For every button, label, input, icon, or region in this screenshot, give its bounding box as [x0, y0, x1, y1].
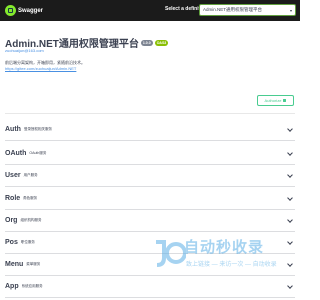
authorize-label: Authorize: [264, 98, 282, 103]
tag-description: 职位服务: [20, 240, 35, 244]
tag-section-org[interactable]: Org 组织机构服务: [5, 210, 295, 232]
swagger-logo-icon: [5, 5, 16, 16]
chevron-down-icon: [287, 217, 293, 223]
chevron-down-icon: [287, 195, 293, 201]
tag-section-role[interactable]: Role 角色服务: [5, 188, 295, 210]
tag-name: Pos: [5, 239, 18, 246]
tag-name: User: [5, 172, 21, 179]
divider: [5, 113, 295, 114]
tag-name: OAuth: [5, 150, 27, 157]
top-bar: Swagger Select a definition Admin.NET通用权…: [0, 0, 300, 21]
authorize-button[interactable]: Authorize: [257, 95, 294, 106]
lock-icon: [283, 99, 287, 102]
tag-name: Menu: [5, 261, 24, 268]
tag-description: 菜单服务: [26, 262, 41, 266]
tag-description: 角色服务: [23, 196, 38, 200]
chevron-down-icon: ▾: [289, 7, 292, 13]
tag-name: Auth: [5, 126, 21, 133]
tag-description: 登录授权相关服务: [23, 127, 52, 131]
tag-description: 用户服务: [23, 173, 38, 177]
oas-badge: OAS3: [154, 39, 169, 46]
tag-section-oauth[interactable]: OAuth OAuth服务: [5, 143, 295, 165]
definition-select-value: Admin.NET通用权限管理平台: [203, 7, 263, 12]
watermark: 自动秒收录 致上链接 — 来访一次 — 自动收录: [150, 236, 298, 276]
version-badge: 1.0.0: [140, 39, 153, 46]
project-link[interactable]: https://gitee.com/zuohuaijun/Admin.NET: [5, 66, 76, 71]
definition-select[interactable]: Admin.NET通用权限管理平台 ▾: [199, 4, 296, 16]
logo-text: Swagger: [18, 7, 44, 14]
tag-name: Org: [5, 217, 18, 224]
tag-description: 组织机构服务: [20, 218, 42, 222]
chevron-down-icon: [287, 150, 293, 156]
watermark-title: 自动秒收录: [184, 239, 265, 256]
tag-section-user[interactable]: User 用户服务: [5, 165, 295, 187]
contact-email-link[interactable]: zuohuaijun@163.com: [5, 48, 44, 53]
tag-section-app[interactable]: App 系统应用服务: [5, 276, 295, 298]
swagger-logo[interactable]: Swagger: [5, 5, 43, 16]
chevron-down-icon: [287, 172, 293, 178]
tag-section-auth[interactable]: Auth 登录授权相关服务: [5, 119, 295, 141]
chevron-down-icon: [287, 283, 293, 289]
tag-name: App: [5, 283, 19, 290]
tag-name: Role: [5, 195, 21, 202]
api-info: Admin.NET通用权限管理平台 1.0.0 OAS3: [5, 35, 295, 50]
tag-description: 系统应用服务: [21, 284, 43, 288]
title-row: Admin.NET通用权限管理平台 1.0.0 OAS3: [5, 35, 295, 50]
chevron-down-icon: [287, 126, 293, 132]
watermark-logo-icon: [156, 240, 186, 267]
tag-description: OAuth服务: [29, 151, 47, 155]
watermark-subtitle: 致上链接 — 来访一次 — 自动收录: [186, 262, 277, 268]
